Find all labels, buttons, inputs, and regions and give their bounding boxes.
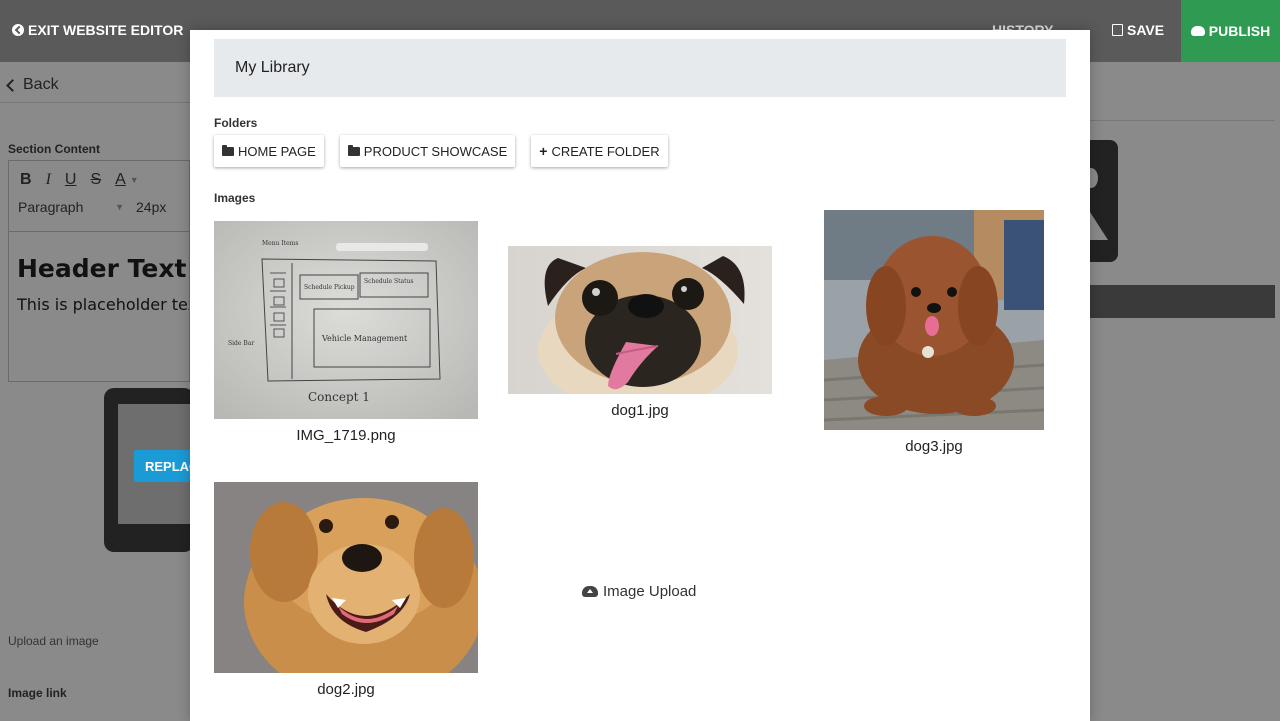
image-thumbnail-sketch[interactable]: Menu Items Schedule Pickup Schedule Stat…: [214, 221, 478, 419]
image-thumbnail-pug[interactable]: [508, 246, 772, 411]
sketch-concept-text: Concept 1: [308, 390, 370, 404]
cloud-upload-icon: [582, 586, 598, 597]
preview-image-placeholder: [1084, 140, 1118, 262]
chevron-down-icon[interactable]: ▼: [130, 175, 139, 185]
image-caption: IMG_1719.png: [296, 427, 396, 444]
replace-image-button[interactable]: REPLACE: [134, 450, 194, 482]
image-caption: dog1.jpg: [611, 402, 669, 419]
folder-icon: [347, 144, 360, 156]
publish-button[interactable]: PUBLISH: [1181, 0, 1280, 62]
chevron-left-icon: [6, 78, 19, 92]
create-folder-button[interactable]: + CREATE FOLDER: [531, 135, 668, 167]
text-color-button[interactable]: A: [115, 171, 126, 189]
chevron-left-circle-icon: [12, 24, 24, 36]
block-format-value: Paragraph: [18, 199, 84, 215]
image-upload-label: Image Upload: [603, 583, 697, 600]
strikethrough-button[interactable]: S: [90, 171, 101, 189]
sketch-pickup-text: Schedule Pickup: [304, 284, 355, 291]
golden-retriever-photo: [214, 482, 484, 702]
sketch-side-text: Side Bar: [228, 340, 254, 347]
placeholder-notch: [1090, 212, 1108, 240]
preview-bar: [1090, 285, 1275, 318]
plus-icon: +: [539, 143, 548, 159]
section-content-label: Section Content: [8, 142, 100, 156]
image-thumbnail-poodle[interactable]: [823, 210, 1045, 430]
rich-text-editor: B I U S A ▼ Paragraph ▼ 24px Header Text…: [8, 160, 190, 382]
sketch-status-text: Schedule Status: [364, 278, 413, 285]
folder-label: HOME PAGE: [238, 143, 316, 159]
format-toolbar: B I U S A ▼: [9, 161, 189, 189]
media-library-modal: My Library Folders HOME PAGE PRODUCT SHO…: [190, 30, 1090, 721]
image-upload-button[interactable]: Image Upload: [582, 583, 696, 600]
sketch-menu-text: Menu Items: [262, 240, 298, 247]
folder-product-showcase[interactable]: PRODUCT SHOWCASE: [339, 135, 516, 167]
underline-button[interactable]: U: [65, 171, 77, 189]
image-caption: dog2.jpg: [317, 681, 375, 698]
image-thumbnail-golden[interactable]: [214, 482, 484, 702]
images-label: Images: [214, 191, 256, 205]
create-folder-label: CREATE FOLDER: [551, 143, 660, 159]
upload-image-label: Upload an image: [8, 634, 99, 648]
editor-paragraph: This is placeholder text: [17, 295, 189, 314]
folder-icon: [222, 144, 234, 156]
sketch-photo: Menu Items Schedule Pickup Schedule Stat…: [214, 221, 478, 419]
chevron-down-icon: ▼: [115, 202, 124, 212]
exit-website-editor-button[interactable]: EXIT WEBSITE EDITOR: [12, 22, 183, 38]
editor-heading: Header Text: [17, 254, 187, 283]
folders-label: Folders: [214, 116, 258, 130]
save-button[interactable]: SAVE: [1112, 22, 1164, 38]
exit-label: EXIT WEBSITE EDITOR: [28, 22, 184, 38]
font-size-select[interactable]: 24px: [136, 199, 166, 215]
folder-label: PRODUCT SHOWCASE: [363, 143, 508, 159]
folder-home-page[interactable]: HOME PAGE: [214, 135, 324, 167]
sketch-vehicle-text: Vehicle Management: [321, 334, 408, 343]
pug-photo: [508, 246, 772, 411]
preview-panel: [1084, 62, 1280, 721]
library-title: My Library: [214, 39, 1066, 97]
back-link[interactable]: Back: [6, 76, 59, 94]
image-caption: dog3.jpg: [905, 438, 963, 455]
folder-list: HOME PAGE PRODUCT SHOWCASE + CREATE FOLD…: [214, 135, 668, 167]
bold-button[interactable]: B: [20, 171, 32, 189]
blur-strip: [336, 243, 428, 251]
divider: [0, 102, 190, 103]
cloud-upload-icon: [1190, 26, 1205, 36]
italic-button[interactable]: I: [46, 171, 51, 189]
save-label: SAVE: [1127, 22, 1165, 38]
publish-label: PUBLISH: [1208, 23, 1271, 39]
save-icon: [1112, 24, 1123, 36]
back-label: Back: [23, 76, 59, 93]
format-toolbar-row2: Paragraph ▼ 24px: [9, 189, 189, 215]
divider: [1090, 120, 1275, 121]
editor-content-area[interactable]: Header Text This is placeholder text: [9, 231, 189, 381]
replace-label: REPLACE: [145, 458, 194, 474]
block-format-select[interactable]: Paragraph ▼: [18, 199, 130, 215]
poodle-photo: [823, 210, 1045, 430]
image-link-label: Image link: [8, 686, 67, 700]
